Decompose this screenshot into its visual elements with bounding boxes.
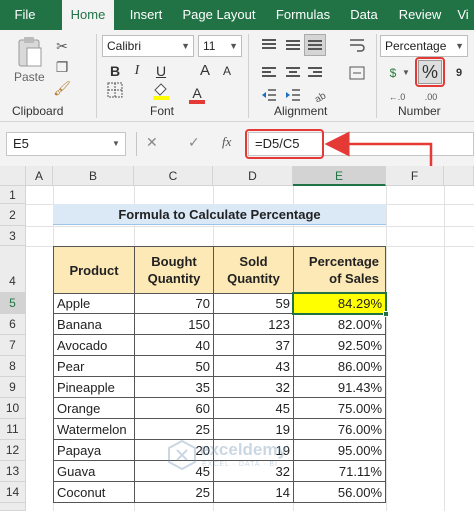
row-header[interactable]: 6 [0,314,26,335]
row-header[interactable]: 4 [0,246,26,293]
cell-bought-quantity[interactable]: 70 [134,293,214,314]
cell-sold-quantity[interactable]: 123 [213,314,294,335]
cell-percentage-of-sales[interactable]: 71.11% [293,461,386,482]
row-header[interactable]: 11 [0,419,26,440]
select-all-corner[interactable] [0,166,26,186]
gridline [444,186,445,511]
cell-product[interactable]: Coconut [53,482,135,503]
cell-percentage-of-sales[interactable]: 75.00% [293,398,386,419]
watermark-tagline: EXCEL · DATA · BI [202,461,278,468]
row-header[interactable]: 12 [0,440,26,461]
cell-product[interactable]: Banana [53,314,135,335]
cell-product[interactable]: Avocado [53,335,135,356]
cell-product[interactable]: Guava [53,461,135,482]
column-header-e[interactable]: E [293,166,386,186]
exceldemy-logo-icon [168,440,196,470]
column-header-c[interactable]: C [134,166,213,186]
watermark-name: exceldemy [200,440,287,459]
row-header[interactable]: 8 [0,356,26,377]
row-header[interactable]: 10 [0,398,26,419]
row-header[interactable]: 7 [0,335,26,356]
cell-sold-quantity[interactable]: 59 [213,293,294,314]
row-header[interactable]: 13 [0,461,26,482]
spreadsheet-grid: A B C D E F 1 2 3 4 5 6 7 8 9 10 11 12 1… [0,166,474,511]
cell-product[interactable]: Orange [53,398,135,419]
row-header[interactable]: 2 [0,204,26,226]
cell-bought-quantity[interactable]: 50 [134,356,214,377]
row-header [0,503,26,511]
cell-percentage-of-sales[interactable]: 86.00% [293,356,386,377]
row-header[interactable]: 5 [0,293,26,314]
exceldemy-watermark: exceldemy EXCEL · DATA · BI [168,436,288,496]
cell-product[interactable]: Watermelon [53,419,135,440]
cell-percentage-of-sales[interactable]: 82.00% [293,314,386,335]
cell-percentage-of-sales[interactable]: 56.00% [293,482,386,503]
cell-bought-quantity[interactable]: 150 [134,314,214,335]
cell-product[interactable]: Pear [53,356,135,377]
row-header[interactable]: 3 [0,226,26,246]
cell-percentage-of-sales[interactable]: 76.00% [293,419,386,440]
column-header-a[interactable]: A [26,166,53,186]
cell-percentage-of-sales[interactable]: 95.00% [293,440,386,461]
cell-sold-quantity[interactable]: 45 [213,398,294,419]
cell-bought-quantity[interactable]: 35 [134,377,214,398]
gridline [386,186,387,511]
cell-product[interactable]: Papaya [53,440,135,461]
row-header[interactable]: 14 [0,482,26,503]
header-product[interactable]: Product [53,246,135,294]
header-percentage-of-sales[interactable]: Percentage of Sales [293,246,386,294]
fill-handle[interactable] [383,311,389,317]
cell-percentage-of-sales[interactable]: 92.50% [293,335,386,356]
cell-product[interactable]: Apple [53,293,135,314]
column-header-g[interactable] [444,166,474,186]
row-header[interactable]: 9 [0,377,26,398]
column-header-f[interactable]: F [386,166,444,186]
sheet-title[interactable]: Formula to Calculate Percentage [53,204,386,225]
cell-sold-quantity[interactable]: 32 [213,377,294,398]
row-header[interactable]: 1 [0,186,26,204]
column-header-b[interactable]: B [53,166,134,186]
header-sold-quantity[interactable]: Sold Quantity [213,246,294,294]
cell-bought-quantity[interactable]: 40 [134,335,214,356]
header-bought-quantity[interactable]: Bought Quantity [134,246,214,294]
cell-bought-quantity[interactable]: 60 [134,398,214,419]
column-header-d[interactable]: D [213,166,293,186]
cell-product[interactable]: Pineapple [53,377,135,398]
cell-sold-quantity[interactable]: 43 [213,356,294,377]
gridline [26,226,474,227]
selected-cell-e5 [292,292,387,315]
cell-sold-quantity[interactable]: 37 [213,335,294,356]
cell-percentage-of-sales[interactable]: 91.43% [293,377,386,398]
